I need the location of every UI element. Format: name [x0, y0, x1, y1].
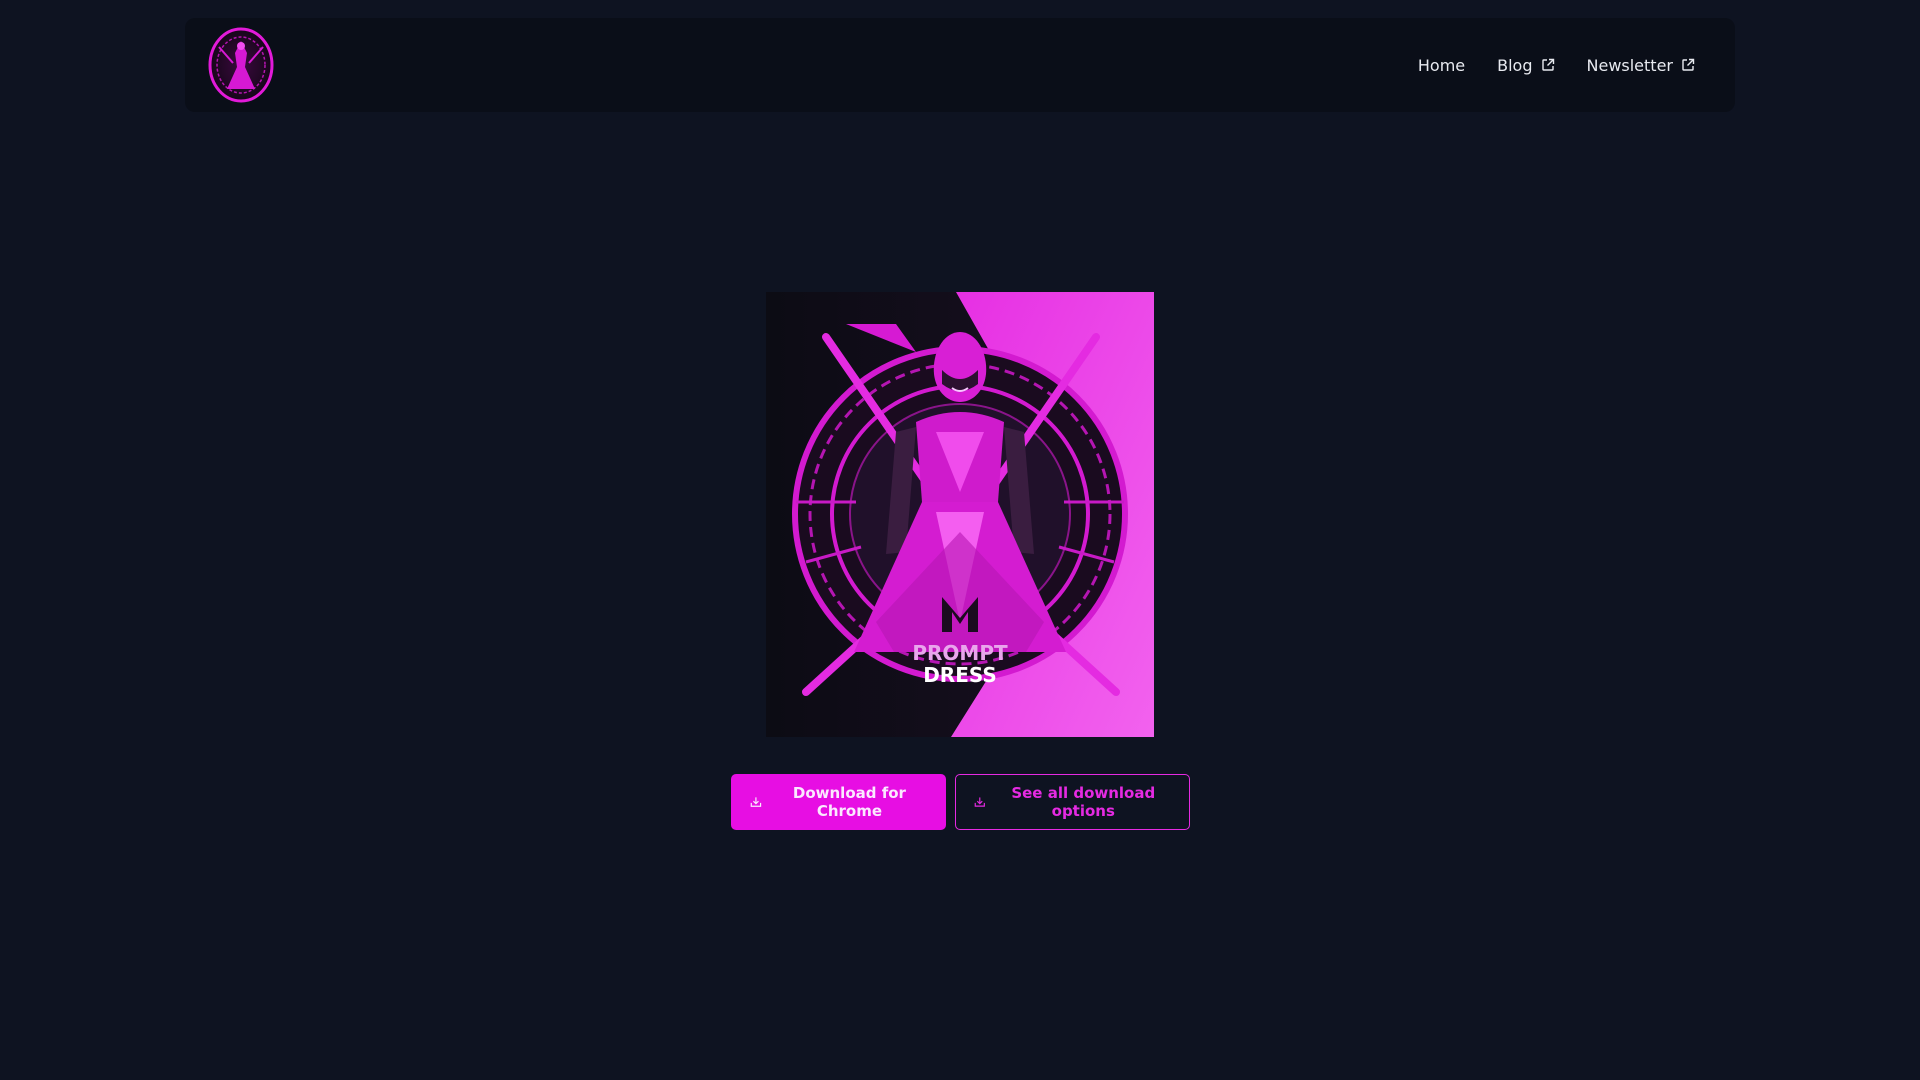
hero-image: PROMPT DRESS [766, 292, 1154, 737]
logo-link[interactable] [205, 27, 275, 103]
nav-link-label: Blog [1497, 55, 1533, 75]
external-link-icon [1682, 58, 1695, 71]
external-link-icon [1541, 58, 1554, 71]
download-for-chrome-label: Download for Chrome [792, 784, 906, 820]
download-icon [974, 797, 985, 807]
see-all-download-options-button[interactable]: See all download options [955, 774, 1190, 830]
prompt-dress-logo-icon [208, 27, 274, 103]
page: Home Blog Newsletter PROMPT DRESS Downlo… [0, 0, 1920, 1080]
nav-link-label: Newsletter [1586, 55, 1674, 75]
nav-links: Home Blog Newsletter [1418, 56, 1695, 75]
prompt-dress-artwork-icon: PROMPT DRESS [766, 292, 1154, 737]
nav-link-newsletter[interactable]: Newsletter [1587, 56, 1696, 75]
hero-brand-line2: DRESS [923, 663, 997, 687]
nav-link-label: Home [1417, 55, 1466, 75]
download-actions: Download for Chrome See all download opt… [731, 774, 1190, 830]
nav-link-home[interactable]: Home [1418, 56, 1465, 75]
navbar: Home Blog Newsletter [185, 18, 1735, 112]
hero-brand-line1: PROMPT [912, 641, 1008, 665]
see-all-download-options-label: See all download options [1011, 784, 1156, 820]
nav-link-blog[interactable]: Blog [1497, 56, 1554, 75]
download-icon [750, 797, 762, 807]
download-for-chrome-button[interactable]: Download for Chrome [731, 774, 946, 830]
